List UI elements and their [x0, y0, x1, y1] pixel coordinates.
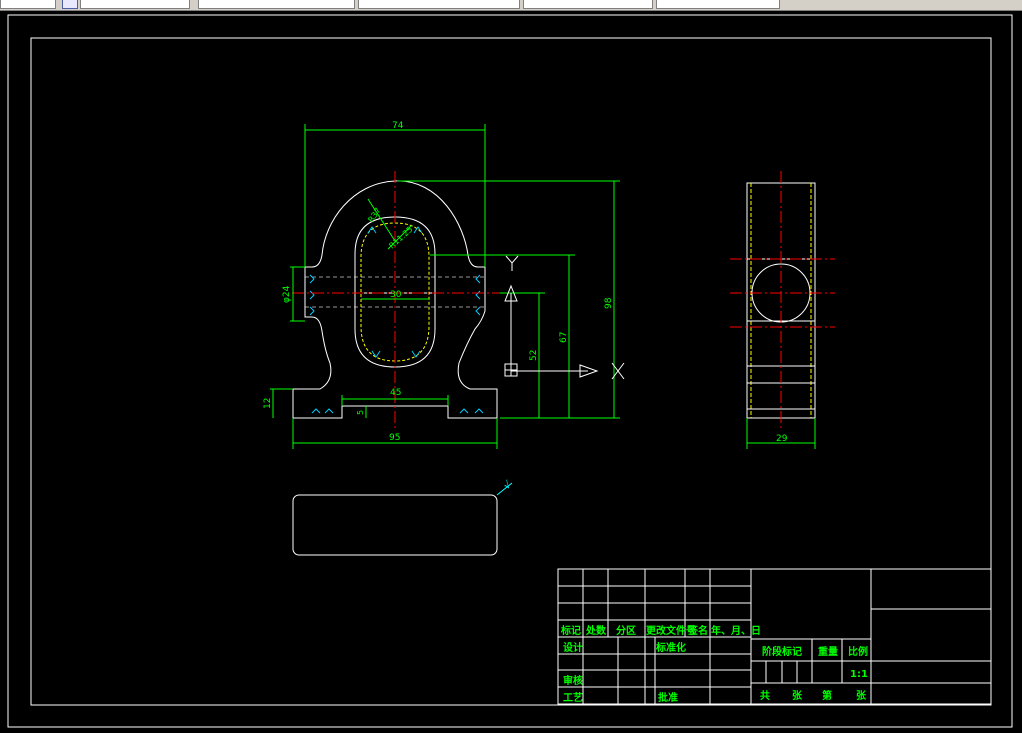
dim-95: 95: [389, 433, 400, 443]
tb-header-count: 处数: [585, 624, 607, 637]
layer-dropdown[interactable]: [80, 0, 190, 9]
dim-29: 29: [776, 434, 788, 444]
tb-weight: 重量: [818, 645, 838, 658]
dim-r37: R37: [366, 206, 382, 224]
dim-52: 52: [529, 350, 539, 361]
dim-98: 98: [604, 297, 614, 309]
drawing-svg: 74 30 95 45 98 67 52 φ24 12 5 R37 R11.25: [7, 14, 1013, 728]
tb-header-sign: 签名: [687, 624, 708, 637]
tb-scale-value: 1:1: [850, 669, 868, 680]
side-view: 29: [730, 171, 835, 449]
drawing-canvas[interactable]: 74 30 95 45 98 67 52 φ24 12 5 R37 R11.25: [0, 11, 1022, 733]
dim-phi24: φ24: [282, 285, 292, 303]
roughness-symbol: √: [502, 479, 514, 492]
color-dropdown[interactable]: [198, 0, 355, 9]
dim-30: 30: [390, 290, 402, 300]
dim-5: 5: [356, 410, 365, 415]
tb-sheet-number: 第: [822, 689, 832, 702]
tb-approve: 批准: [658, 691, 678, 704]
tb-standard: 标准化: [655, 641, 686, 654]
layer-icon[interactable]: [62, 0, 78, 9]
linetype-dropdown[interactable]: [358, 0, 520, 9]
ucs-icon: [504, 255, 625, 380]
tb-scale: 比例: [848, 645, 868, 658]
dim-74: 74: [392, 121, 404, 131]
tb-sheet-unit2: 张: [856, 689, 867, 702]
tb-sheet-unit: 张: [792, 689, 803, 702]
cad-toolbar: [0, 0, 1022, 11]
tb-review: 审核: [563, 674, 583, 687]
tb-process: 工艺: [563, 691, 583, 704]
tb-header-zone: 分区: [616, 624, 636, 637]
front-dimension-lines: [270, 124, 620, 449]
dim-67: 67: [559, 332, 569, 343]
dim-45: 45: [390, 388, 401, 398]
dim-12: 12: [263, 398, 273, 409]
tb-header-mark: 标记: [560, 624, 581, 637]
tb-stage: 阶段标记: [762, 645, 802, 658]
tb-sheet-total: 共: [760, 689, 770, 702]
toolbar-field-1[interactable]: [0, 0, 56, 9]
sheet-outer-border: [7, 14, 1013, 728]
lineweight-dropdown[interactable]: [523, 0, 653, 9]
plotstyle-dropdown[interactable]: [656, 0, 780, 9]
tb-design: 设计: [563, 641, 583, 654]
tb-header-date: 年、月、日: [711, 624, 761, 637]
front-view: 74 30 95 45 98 67 52 φ24 12 5 R37 R11.25: [263, 121, 625, 449]
dim-r11: R11.25: [387, 225, 414, 251]
top-view-outline: [292, 494, 498, 556]
